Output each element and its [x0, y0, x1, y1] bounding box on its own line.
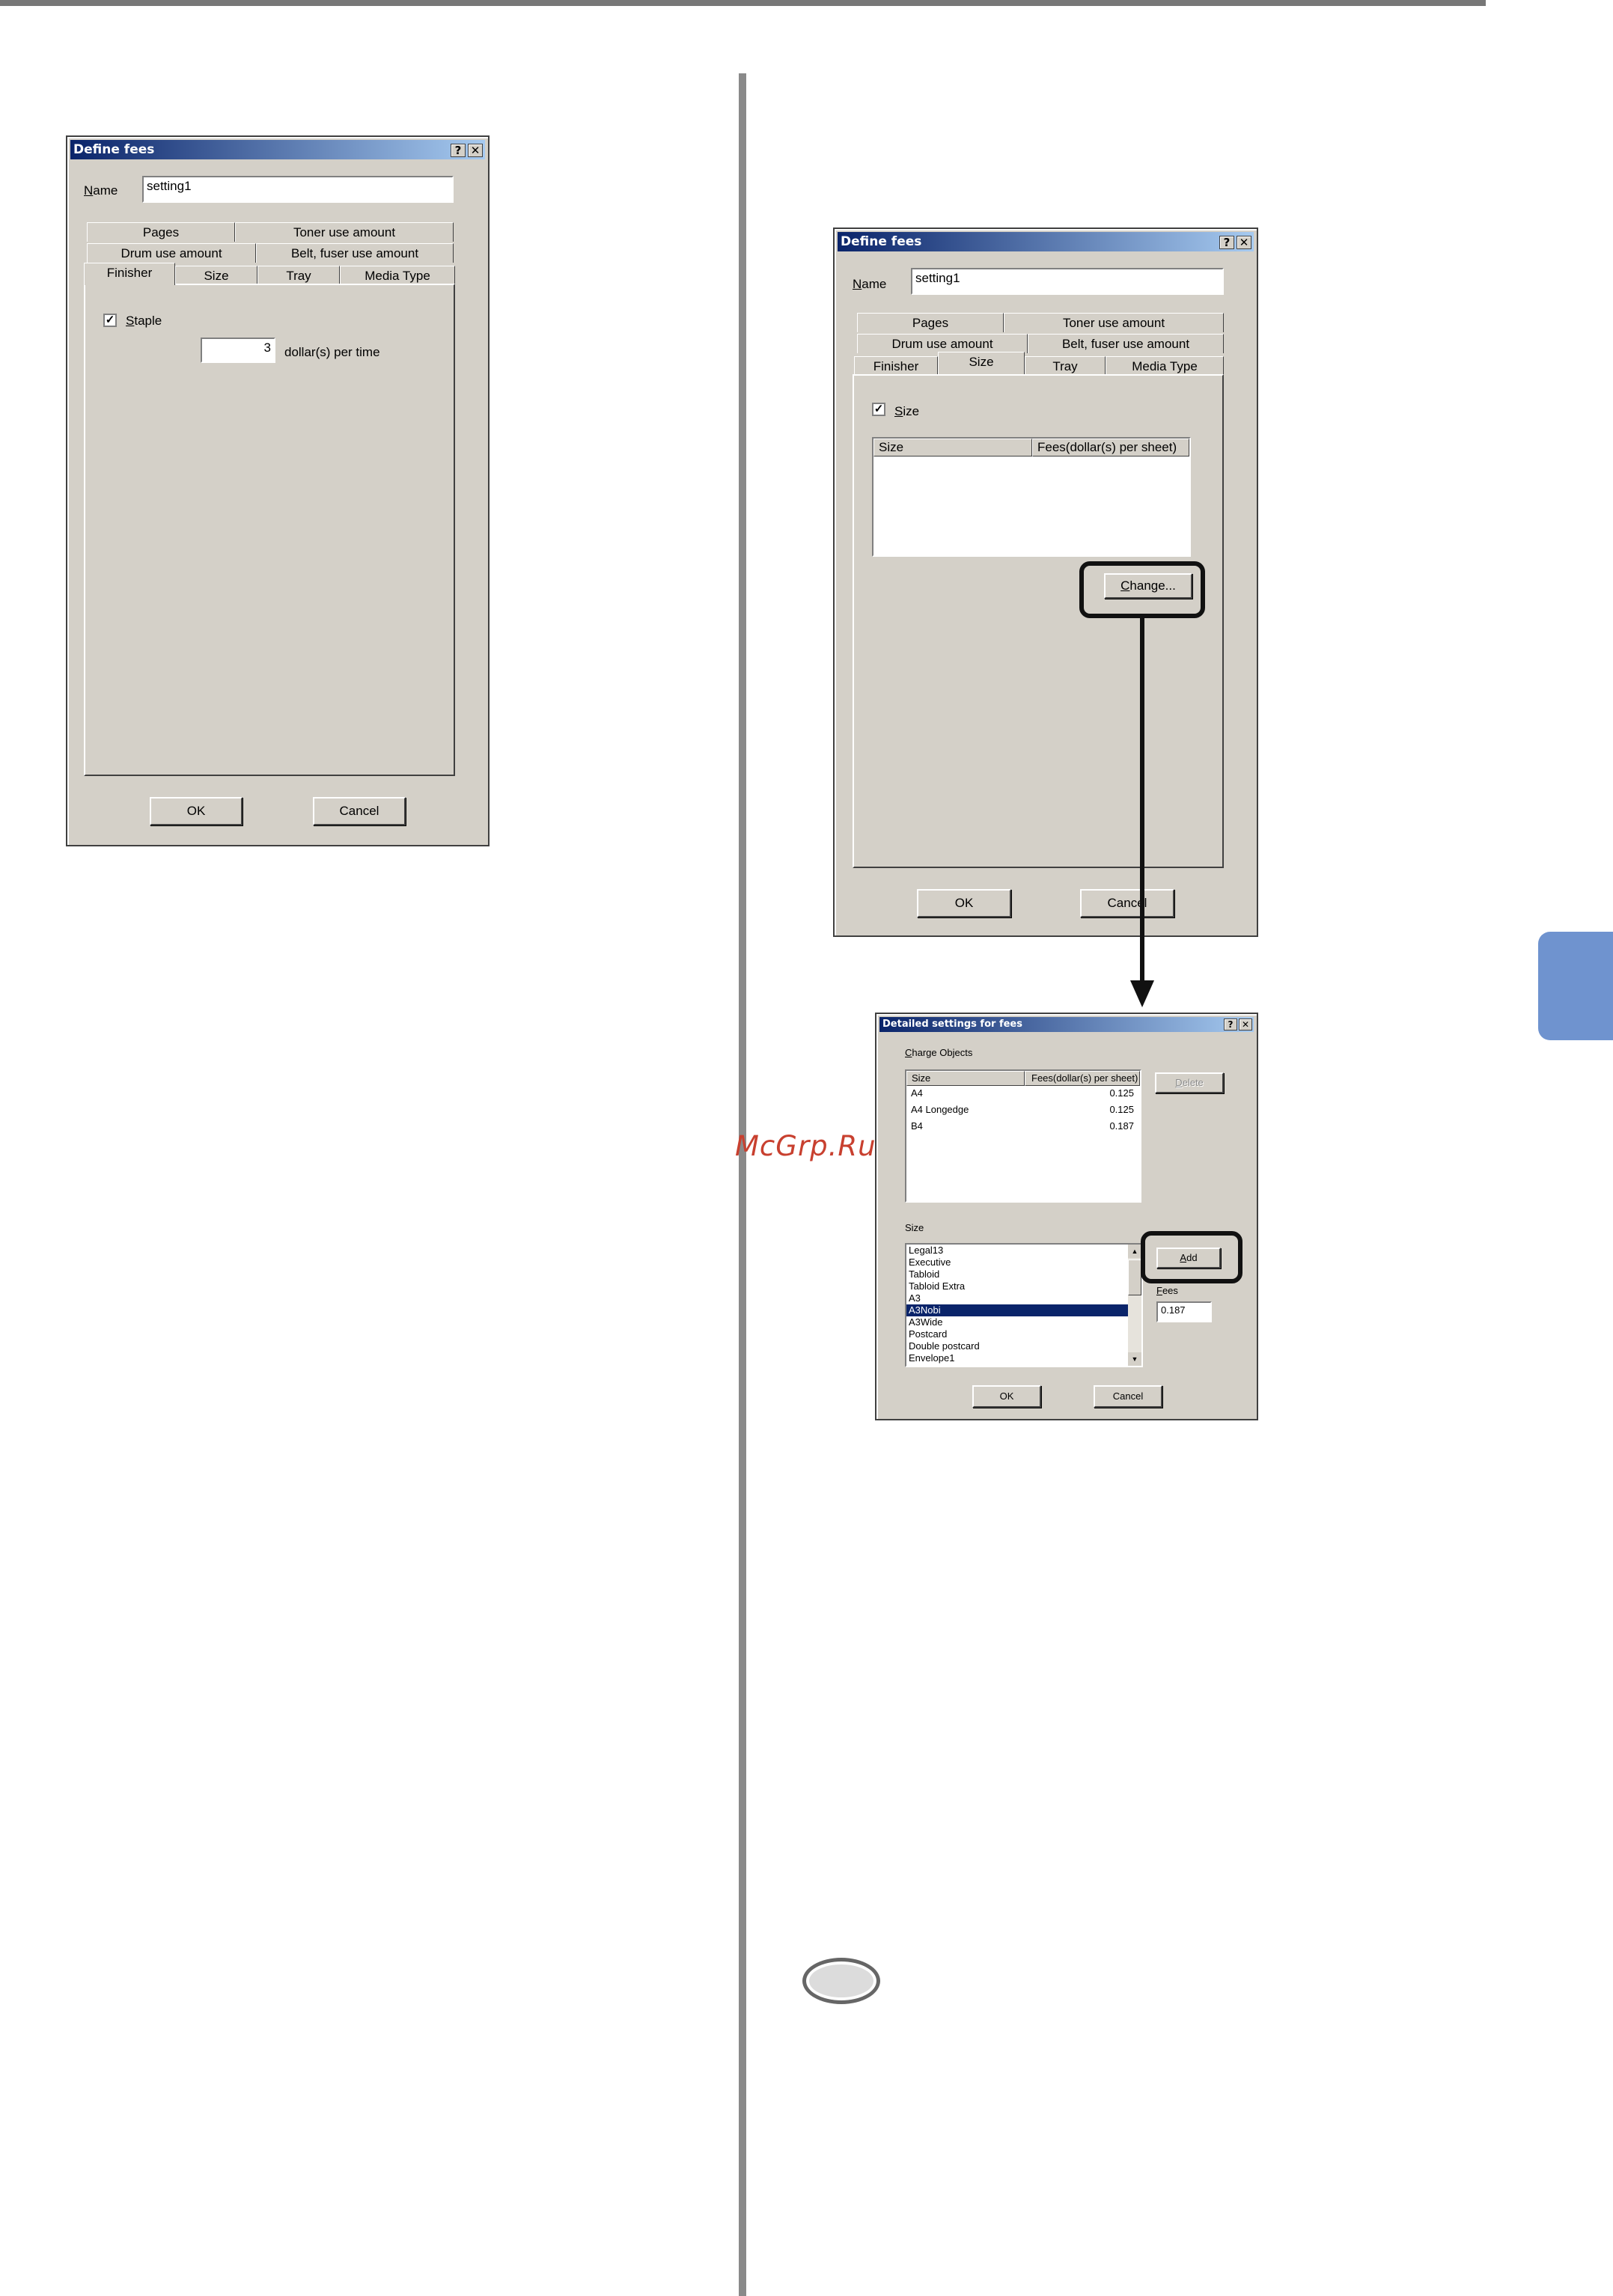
- table-row-size[interactable]: A4 Longedge: [911, 1104, 969, 1115]
- tab-belt-fuser-use-amount[interactable]: Belt, fuser use amount: [256, 243, 454, 263]
- delete-button[interactable]: Delete: [1155, 1072, 1224, 1093]
- list-item[interactable]: Legal13: [906, 1245, 1128, 1257]
- name-field[interactable]: setting1: [142, 176, 454, 203]
- scroll-up-icon[interactable]: ▲: [1128, 1245, 1141, 1258]
- fees-label: Fees: [1156, 1285, 1178, 1296]
- staple-label: Staple: [126, 314, 162, 328]
- tab-media-type[interactable]: Media Type: [1106, 356, 1224, 376]
- watermark: McGrp.Ru: [735, 1130, 876, 1162]
- list-item[interactable]: Postcard: [906, 1328, 1128, 1340]
- help-button[interactable]: ?: [1224, 1019, 1237, 1031]
- name-field[interactable]: setting1: [911, 268, 1224, 295]
- tab-finisher[interactable]: Finisher: [84, 263, 175, 285]
- scrollbar[interactable]: ▲ ▼: [1128, 1245, 1141, 1366]
- list-item[interactable]: Envelope1: [906, 1352, 1128, 1364]
- ok-button[interactable]: OK: [917, 889, 1011, 918]
- tab-tray[interactable]: Tray: [1025, 356, 1106, 376]
- name-label: Name: [84, 183, 118, 198]
- close-icon[interactable]: ✕: [1237, 236, 1251, 249]
- cancel-button[interactable]: Cancel: [313, 797, 406, 825]
- ok-button[interactable]: OK: [150, 797, 243, 825]
- size-fee-list[interactable]: Size Fees(dollar(s) per sheet): [872, 437, 1191, 557]
- tab-pages[interactable]: Pages: [87, 222, 235, 242]
- table-row-fee[interactable]: 0.125: [1109, 1087, 1134, 1099]
- define-fees-dialog-finisher: Define fees ? ✕ Name setting1 Pages Tone…: [66, 135, 490, 846]
- add-button-highlight: [1141, 1231, 1242, 1283]
- cancel-button[interactable]: Cancel: [1094, 1385, 1162, 1408]
- dialog-title-bar: Define fees ? ✕: [838, 232, 1254, 251]
- tab-belt-fuser-use-amount[interactable]: Belt, fuser use amount: [1028, 334, 1224, 353]
- finisher-panel: ✓ Staple 3 dollar(s) per time: [84, 284, 455, 776]
- tab-tray[interactable]: Tray: [257, 266, 340, 285]
- dialog-title: Define fees: [73, 142, 155, 157]
- column-header-size[interactable]: Size: [873, 439, 1032, 457]
- tab-toner-use-amount[interactable]: Toner use amount: [235, 222, 454, 242]
- table-row-fee[interactable]: 0.187: [1109, 1120, 1134, 1132]
- dialog-title-bar: Define fees ? ✕: [70, 140, 485, 159]
- tab-size[interactable]: Size: [938, 352, 1025, 374]
- table-row-size[interactable]: A4: [911, 1087, 923, 1099]
- list-item[interactable]: A3: [906, 1292, 1128, 1304]
- size-checkbox[interactable]: ✓: [872, 403, 885, 416]
- name-label: Name: [853, 277, 887, 291]
- column-header-fees[interactable]: Fees(dollar(s) per sheet): [1032, 439, 1189, 457]
- column-divider: [739, 73, 746, 2296]
- size-label: Size: [905, 1222, 924, 1233]
- dialog-title-bar: Detailed settings for fees ? ✕: [879, 1017, 1254, 1032]
- list-item[interactable]: Tabloid: [906, 1268, 1128, 1280]
- tab-drum-use-amount[interactable]: Drum use amount: [87, 243, 256, 263]
- scroll-down-icon[interactable]: ▼: [1128, 1352, 1141, 1366]
- detailed-settings-dialog: Detailed settings for fees ? ✕ Charge Ob…: [875, 1013, 1258, 1420]
- table-row-fee[interactable]: 0.125: [1109, 1104, 1134, 1115]
- size-panel: ✓ Size Size Fees(dollar(s) per sheet) Ch…: [853, 374, 1224, 868]
- close-icon[interactable]: ✕: [468, 144, 483, 157]
- size-options: Legal13 Executive Tabloid Tabloid Extra A3 A3…: [906, 1245, 1128, 1364]
- table-row-size[interactable]: B4: [911, 1120, 923, 1132]
- staple-fee-field[interactable]: 3: [201, 338, 275, 363]
- list-item[interactable]: Double postcard: [906, 1340, 1128, 1352]
- tab-size[interactable]: Size: [175, 266, 257, 285]
- note-icon: [802, 1958, 880, 2004]
- charge-objects-label: Charge Objects: [905, 1047, 973, 1058]
- scroll-thumb[interactable]: [1128, 1260, 1141, 1295]
- help-button[interactable]: ?: [1219, 236, 1234, 249]
- close-icon[interactable]: ✕: [1239, 1019, 1252, 1031]
- tab-drum-use-amount[interactable]: Drum use amount: [857, 334, 1028, 353]
- tab-media-type[interactable]: Media Type: [340, 266, 455, 285]
- column-header-fees[interactable]: Fees(dollar(s) per sheet): [1025, 1071, 1140, 1086]
- list-item[interactable]: A3Wide: [906, 1316, 1128, 1328]
- column-header-size[interactable]: Size: [906, 1071, 1025, 1086]
- staple-unit-label: dollar(s) per time: [284, 345, 380, 359]
- top-rule: [0, 0, 1486, 6]
- charge-objects-list[interactable]: Size Fees(dollar(s) per sheet) A4 0.125 …: [905, 1069, 1141, 1203]
- size-options-list[interactable]: Legal13 Executive Tabloid Tabloid Extra A3 A3…: [905, 1243, 1143, 1367]
- tab-pages[interactable]: Pages: [857, 313, 1004, 332]
- staple-checkbox[interactable]: ✓: [103, 314, 117, 327]
- list-item[interactable]: Executive: [906, 1257, 1128, 1268]
- change-button-highlight: [1079, 561, 1205, 618]
- list-item[interactable]: A3Nobi: [906, 1304, 1128, 1316]
- dialog-title: Detailed settings for fees: [882, 1019, 1022, 1030]
- list-item[interactable]: Tabloid Extra: [906, 1280, 1128, 1292]
- size-label: Size: [894, 404, 920, 418]
- tab-toner-use-amount[interactable]: Toner use amount: [1004, 313, 1224, 332]
- arrow-connector: [1130, 618, 1154, 1007]
- help-button[interactable]: ?: [451, 144, 466, 157]
- dialog-title: Define fees: [841, 234, 922, 249]
- tab-finisher[interactable]: Finisher: [854, 356, 938, 376]
- ok-button[interactable]: OK: [972, 1385, 1041, 1408]
- fees-field[interactable]: 0.187: [1156, 1301, 1212, 1322]
- chapter-tab: [1538, 932, 1613, 1040]
